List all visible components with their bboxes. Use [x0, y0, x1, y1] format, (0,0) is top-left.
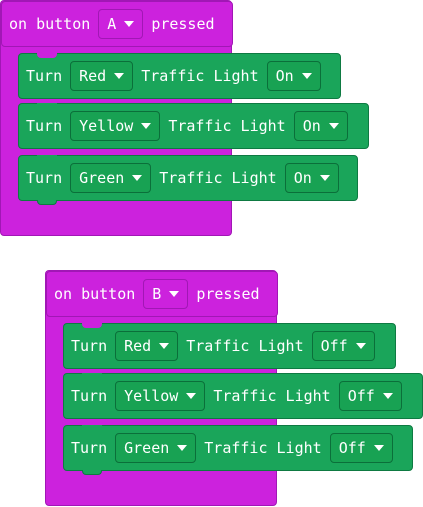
connector-notch — [82, 373, 102, 378]
bottom-connector — [82, 470, 102, 475]
button-select-b[interactable]: B — [143, 279, 189, 309]
event-prefix: on button — [54, 285, 136, 303]
connector-notch — [82, 425, 102, 430]
state-dropdown[interactable]: On — [293, 111, 348, 141]
statement-turn-yellow-on[interactable]: Turn Yellow Traffic Light On — [18, 103, 369, 149]
statement-turn-yellow-off[interactable]: Turn Yellow Traffic Light Off — [63, 373, 423, 419]
connector-notch — [37, 53, 57, 58]
caret-down-icon — [141, 123, 152, 129]
state-dropdown[interactable]: On — [266, 61, 321, 91]
caret-down-icon — [301, 73, 312, 79]
traffic-light-label: Traffic Light — [141, 67, 259, 85]
turn-label: Turn — [71, 387, 108, 405]
turn-label: Turn — [26, 67, 63, 85]
event-header-button-b[interactable]: on button B pressed — [46, 271, 278, 317]
bottom-connector — [37, 200, 57, 205]
traffic-light-label: Traffic Light — [186, 337, 304, 355]
connector-notch — [37, 155, 57, 160]
event-suffix: pressed — [196, 285, 260, 303]
caret-down-icon — [355, 343, 366, 349]
event-prefix: on button — [9, 15, 91, 33]
caret-down-icon — [114, 73, 125, 79]
caret-down-icon — [159, 343, 170, 349]
turn-label: Turn — [26, 117, 63, 135]
statement-turn-green-off[interactable]: Turn Green Traffic Light Off — [63, 425, 413, 475]
state-dropdown[interactable]: Off — [311, 331, 375, 361]
statement-turn-red-off[interactable]: Turn Red Traffic Light Off — [63, 323, 396, 369]
caret-down-icon — [169, 291, 180, 297]
color-value: Green — [79, 169, 125, 187]
connector-notch — [82, 323, 102, 328]
caret-down-icon — [382, 393, 393, 399]
turn-label: Turn — [26, 169, 63, 187]
color-dropdown[interactable]: Red — [70, 61, 134, 91]
color-value: Yellow — [124, 387, 179, 405]
event-suffix: pressed — [151, 15, 215, 33]
traffic-light-label: Traffic Light — [204, 439, 322, 457]
color-dropdown[interactable]: Green — [115, 433, 197, 463]
color-dropdown[interactable]: Red — [115, 331, 179, 361]
state-value: On — [275, 67, 294, 85]
color-value: Yellow — [79, 117, 134, 135]
state-dropdown[interactable]: Off — [338, 381, 402, 411]
color-dropdown[interactable]: Green — [70, 163, 152, 193]
turn-label: Turn — [71, 337, 108, 355]
caret-down-icon — [319, 175, 330, 181]
state-dropdown[interactable]: On — [284, 163, 339, 193]
state-dropdown[interactable]: Off — [329, 433, 393, 463]
button-select-value: B — [152, 285, 162, 303]
color-value: Red — [79, 67, 107, 85]
color-value: Green — [124, 439, 170, 457]
event-block-button-b[interactable]: on button B pressed Turn Red Traffic Lig… — [45, 270, 423, 506]
turn-label: Turn — [71, 439, 108, 457]
caret-down-icon — [328, 123, 339, 129]
connector-notch — [37, 103, 57, 108]
traffic-light-label: Traffic Light — [213, 387, 331, 405]
event-header-button-a[interactable]: on button A pressed — [1, 1, 233, 47]
color-dropdown[interactable]: Yellow — [115, 381, 206, 411]
state-value: Off — [338, 439, 366, 457]
caret-down-icon — [373, 445, 384, 451]
state-value: On — [293, 169, 312, 187]
caret-down-icon — [186, 393, 197, 399]
caret-down-icon — [132, 175, 143, 181]
color-value: Red — [124, 337, 152, 355]
color-dropdown[interactable]: Yellow — [70, 111, 161, 141]
button-select-value: A — [107, 15, 117, 33]
event-block-button-a[interactable]: on button A pressed Turn Red Traffic Lig… — [0, 0, 369, 236]
traffic-light-label: Traffic Light — [168, 117, 286, 135]
traffic-light-label: Traffic Light — [159, 169, 277, 187]
caret-down-icon — [124, 21, 135, 27]
statement-turn-green-on[interactable]: Turn Green Traffic Light On — [18, 155, 358, 205]
caret-down-icon — [177, 445, 188, 451]
state-value: Off — [320, 337, 348, 355]
state-value: On — [302, 117, 321, 135]
button-select-a[interactable]: A — [98, 9, 144, 39]
state-value: Off — [347, 387, 375, 405]
statement-turn-red-on[interactable]: Turn Red Traffic Light On — [18, 53, 341, 99]
